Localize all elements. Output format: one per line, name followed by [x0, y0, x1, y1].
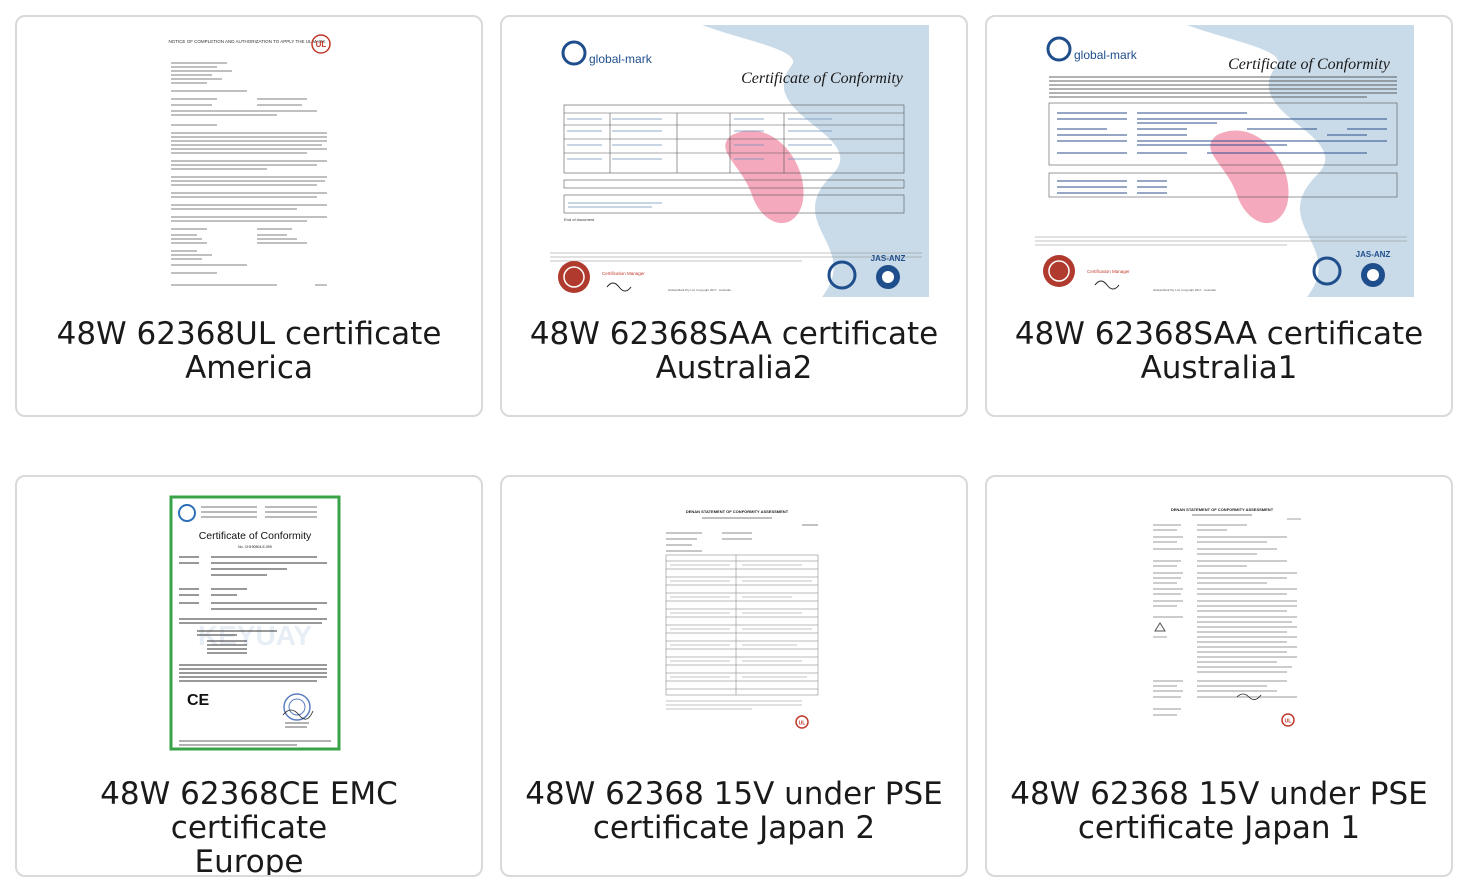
- svg-text:DENAN STATEMENT OF CONFORMITY: DENAN STATEMENT OF CONFORMITY ASSESSMENT: [1171, 507, 1274, 512]
- seal-icon: [1043, 255, 1075, 287]
- svg-text:Certificate of Conformity: Certificate of Conformity: [1228, 56, 1391, 73]
- ce-mark: CE: [187, 692, 210, 709]
- svg-text:No. CH190504-E-099: No. CH190504-E-099: [238, 545, 272, 549]
- svg-text:UL: UL: [316, 40, 327, 49]
- svg-text:DENAN STATEMENT OF CONFORMITY: DENAN STATEMENT OF CONFORMITY ASSESSMENT: [686, 509, 789, 514]
- svg-text:Certificate of Conformity: Certificate of Conformity: [741, 70, 904, 87]
- certificate-title[interactable]: 48W 62368CE EMC certificate Europe: [23, 777, 475, 875]
- certificate-thumbnail[interactable]: DENAN STATEMENT OF CONFORMITY ASSESSMENT: [987, 485, 1451, 757]
- certificate-thumbnail[interactable]: Certificate of Conformity No. CH190504-E…: [17, 485, 481, 757]
- svg-text:Certificate of Conformity: Certificate of Conformity: [199, 530, 312, 542]
- svg-text:Global-Mark Pty Ltd, Copyright: Global-Mark Pty Ltd, Copyright 2017 · Au…: [1153, 288, 1216, 292]
- svg-text:End of document: End of document: [564, 217, 595, 222]
- svg-text:global-mark: global-mark: [589, 52, 653, 66]
- certificate-title[interactable]: 48W 62368SAA certificate Australia1: [993, 317, 1445, 385]
- svg-text:KEYUAY: KEYUAY: [198, 620, 312, 651]
- svg-text:Certification Manager: Certification Manager: [1087, 269, 1130, 274]
- certificate-thumbnail[interactable]: global-mark Certificate of Conformity Ce…: [987, 25, 1451, 297]
- certificate-thumbnail[interactable]: global-mark Certificate of Conformity En…: [502, 25, 966, 297]
- certificate-card-pse-japan2[interactable]: DENAN STATEMENT OF CONFORMITY ASSESSMENT: [500, 475, 968, 877]
- ul-doc-title: NOTICE OF COMPLETION AND AUTHORIZATION T…: [168, 39, 325, 44]
- svg-text:UL: UL: [1285, 719, 1292, 725]
- svg-text:global-mark: global-mark: [1074, 48, 1138, 62]
- certificate-title[interactable]: 48W 62368 15V under PSE certificate Japa…: [508, 777, 960, 845]
- svg-text:Certification Manager: Certification Manager: [602, 271, 645, 276]
- certificate-title[interactable]: 48W 62368UL certificate America: [23, 317, 475, 385]
- certificate-card-ul-america[interactable]: NOTICE OF COMPLETION AND AUTHORIZATION T…: [15, 15, 483, 417]
- certificate-card-ce-emc-europe[interactable]: Certificate of Conformity No. CH190504-E…: [15, 475, 483, 877]
- certificate-card-saa-australia2[interactable]: global-mark Certificate of Conformity En…: [500, 15, 968, 417]
- certificate-card-saa-australia1[interactable]: global-mark Certificate of Conformity Ce…: [985, 15, 1453, 417]
- svg-text:Global-Mark Pty Ltd, Copyright: Global-Mark Pty Ltd, Copyright 2017 · Au…: [668, 288, 731, 292]
- certificate-title[interactable]: 48W 62368 15V under PSE certificate Japa…: [993, 777, 1445, 845]
- certificate-card-pse-japan1[interactable]: DENAN STATEMENT OF CONFORMITY ASSESSMENT: [985, 475, 1453, 877]
- seal-icon: [558, 261, 590, 293]
- svg-text:JAS-ANZ: JAS-ANZ: [871, 254, 906, 263]
- svg-text:UL: UL: [799, 721, 806, 727]
- certificate-title[interactable]: 48W 62368SAA certificate Australia2: [508, 317, 960, 385]
- certificate-thumbnail[interactable]: NOTICE OF COMPLETION AND AUTHORIZATION T…: [17, 25, 481, 297]
- svg-text:JAS-ANZ: JAS-ANZ: [1356, 250, 1391, 259]
- certificate-thumbnail[interactable]: DENAN STATEMENT OF CONFORMITY ASSESSMENT: [502, 485, 966, 757]
